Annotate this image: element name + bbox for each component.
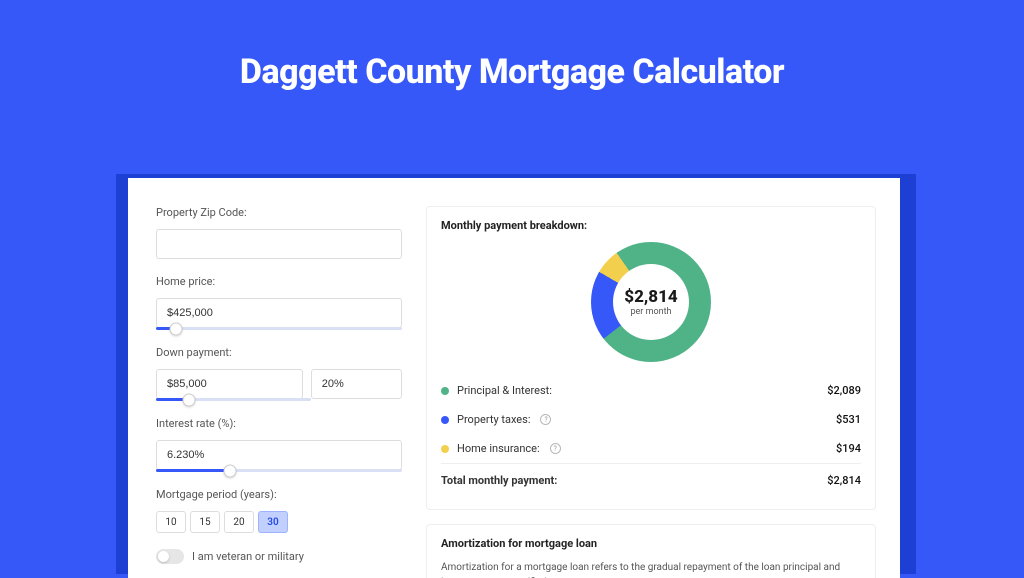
field-interest: Interest rate (%):: [156, 417, 402, 472]
legend-label: Property taxes:: [457, 413, 530, 426]
total-value: $2,814: [827, 474, 861, 487]
down-payment-amount-input[interactable]: [156, 369, 303, 399]
legend-row: Home insurance:? $194: [441, 434, 861, 463]
legend-value: $2,089: [827, 384, 861, 397]
period-btn-15[interactable]: 15: [190, 511, 220, 533]
amortization-body: Amortization for a mortgage loan refers …: [441, 560, 861, 578]
period-label: Mortgage period (years):: [156, 488, 402, 501]
period-btn-20[interactable]: 20: [224, 511, 254, 533]
interest-input[interactable]: [156, 440, 402, 470]
interest-slider-thumb[interactable]: [223, 464, 236, 477]
home-price-input[interactable]: [156, 298, 402, 328]
field-home-price: Home price:: [156, 275, 402, 330]
amortization-panel: Amortization for mortgage loan Amortizat…: [426, 524, 876, 578]
legend-dot: [441, 445, 449, 453]
legend-row: Principal & Interest: $2,089: [441, 376, 861, 405]
period-btn-30[interactable]: 30: [258, 511, 288, 533]
down-payment-slider[interactable]: [156, 398, 311, 401]
field-zip: Property Zip Code:: [156, 206, 402, 259]
donut-center: $2,814 per month: [613, 264, 689, 340]
info-icon[interactable]: ?: [550, 443, 561, 454]
donut-wrap: $2,814 per month: [441, 242, 861, 362]
legend: Principal & Interest: $2,089 Property taxe…: [441, 376, 861, 463]
legend-left: Property taxes:?: [441, 413, 551, 426]
veteran-toggle[interactable]: [156, 549, 184, 564]
legend-dot: [441, 387, 449, 395]
legend-left: Home insurance:?: [441, 442, 561, 455]
donut-sub: per month: [630, 307, 671, 317]
legend-dot: [441, 416, 449, 424]
amortization-title: Amortization for mortgage loan: [441, 537, 861, 550]
page-title: Daggett County Mortgage Calculator: [0, 52, 1024, 92]
total-row: Total monthly payment: $2,814: [441, 463, 861, 495]
down-payment-slider-thumb[interactable]: [182, 393, 195, 406]
legend-label: Home insurance:: [457, 442, 540, 455]
legend-left: Principal & Interest:: [441, 384, 552, 397]
legend-value: $194: [836, 442, 861, 455]
interest-label: Interest rate (%):: [156, 417, 402, 430]
calculator-card: Property Zip Code: Home price: Down paym…: [128, 178, 900, 578]
info-icon[interactable]: ?: [540, 414, 551, 425]
home-price-label: Home price:: [156, 275, 402, 288]
donut-amount: $2,814: [624, 287, 677, 307]
legend-value: $531: [836, 413, 861, 426]
period-btn-10[interactable]: 10: [156, 511, 186, 533]
results-column: Monthly payment breakdown: $2,814 per mo…: [426, 206, 876, 578]
total-label: Total monthly payment:: [441, 474, 557, 487]
interest-slider[interactable]: [156, 469, 402, 472]
breakdown-panel: Monthly payment breakdown: $2,814 per mo…: [426, 206, 876, 510]
zip-label: Property Zip Code:: [156, 206, 402, 219]
home-price-slider[interactable]: [156, 327, 402, 330]
down-payment-pct-input[interactable]: [311, 369, 402, 399]
field-down-payment: Down payment:: [156, 346, 402, 401]
home-price-slider-thumb[interactable]: [169, 322, 182, 335]
donut-chart: $2,814 per month: [591, 242, 711, 362]
field-veteran: I am veteran or military: [156, 549, 402, 564]
legend-row: Property taxes:? $531: [441, 405, 861, 434]
form-column: Property Zip Code: Home price: Down paym…: [156, 206, 402, 578]
field-period: Mortgage period (years): 10152030: [156, 488, 402, 533]
down-payment-label: Down payment:: [156, 346, 402, 359]
breakdown-title: Monthly payment breakdown:: [441, 219, 861, 232]
zip-input[interactable]: [156, 229, 402, 259]
interest-slider-fill: [156, 469, 230, 472]
legend-label: Principal & Interest:: [457, 384, 552, 397]
veteran-label: I am veteran or military: [192, 550, 304, 563]
period-buttons: 10152030: [156, 511, 402, 533]
